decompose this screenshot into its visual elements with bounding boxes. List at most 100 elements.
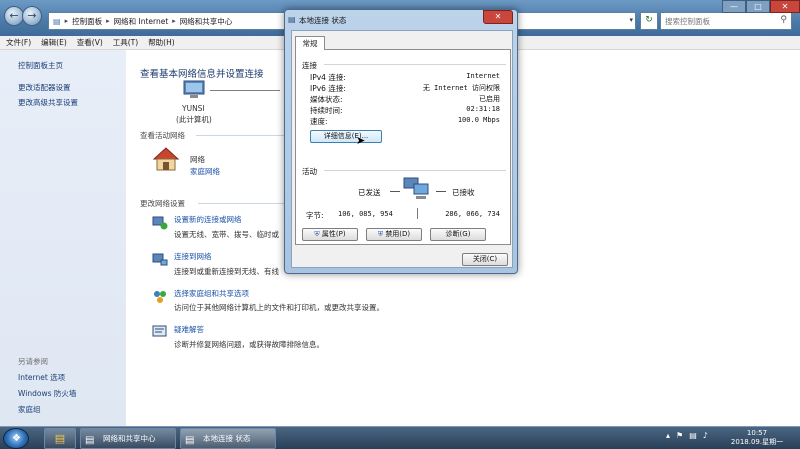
clock[interactable]: 10:57 2018.09.星期一 [720, 429, 794, 447]
dialog-title: 本地连接 状态 [299, 16, 347, 25]
menu-view[interactable]: 查看(V) [77, 37, 103, 48]
refresh-button[interactable]: ↻ [640, 12, 658, 30]
section-divider [324, 64, 506, 65]
connect-network-desc: 连接到或重新连接到无线、有线 [174, 267, 279, 276]
sent-label: 已发送 [358, 188, 381, 197]
folder-icon: ▤ [53, 16, 61, 26]
sidebar-item-advanced-sharing[interactable]: 更改高级共享设置 [18, 97, 78, 108]
menu-help[interactable]: 帮助(H) [148, 37, 175, 48]
sidebar-item-adapter-settings[interactable]: 更改适配器设置 [18, 82, 71, 93]
sent-line [390, 191, 400, 192]
taskbar-item-label: 本地连接 状态 [203, 434, 251, 443]
received-line [436, 191, 446, 192]
see-also-heading: 另请参阅 [18, 357, 48, 366]
breadcrumb-item[interactable]: 网络和共享中心 [180, 16, 233, 27]
minimize-button[interactable]: — [722, 0, 746, 13]
breadcrumb-item[interactable]: 网络和 Internet [114, 16, 169, 27]
ipv4-label: IPv4 连接: [310, 73, 346, 82]
connection-heading: 连接 [302, 61, 317, 70]
section-divider [198, 203, 284, 204]
ipv6-label: IPv6 连接: [310, 84, 346, 93]
page-title: 查看基本网络信息并设置连接 [140, 69, 264, 80]
ipv6-value: 无 Internet 访问权限 [422, 84, 500, 92]
close-button[interactable]: ✕ [770, 0, 800, 13]
system-tray: ▴ ⚑ ▤ ♪ [666, 431, 708, 440]
search-input[interactable]: 搜索控制面板 ⚲ [660, 12, 792, 30]
menu-tools[interactable]: 工具(T) [113, 37, 138, 48]
network-icon: ▤ [85, 435, 95, 446]
menu-file[interactable]: 文件(F) [6, 37, 31, 48]
sidebar-item-internet-options[interactable]: Internet 选项 [18, 372, 65, 383]
forward-button[interactable]: → [22, 6, 42, 26]
search-placeholder: 搜索控制面板 [665, 17, 710, 26]
network-adapter-icon: ▤ [185, 435, 195, 446]
properties-button[interactable]: ⛨ 属性(P) [302, 228, 358, 241]
disable-button[interactable]: ⛨ 禁用(D) [366, 228, 422, 241]
clock-time: 10:57 [746, 429, 768, 437]
dialog-close-action-button[interactable]: 关闭(C) [462, 253, 508, 266]
homegroup-options-desc: 访问位于其他网络计算机上的文件和打印机，或更改共享设置。 [174, 303, 384, 312]
dialog-close-button[interactable]: ✕ [483, 10, 513, 24]
activity-heading: 活动 [302, 167, 317, 176]
chevron-up-icon[interactable]: ▴ [666, 431, 670, 440]
start-button[interactable]: ❖ [3, 428, 29, 449]
new-connection-icon [152, 216, 168, 230]
network-activity-icon [403, 177, 429, 199]
sidebar-item-control-panel-home[interactable]: 控制面板主页 [18, 60, 63, 71]
taskbar-connection-status-button[interactable]: ▤ 本地连接 状态 [180, 428, 276, 449]
received-label: 已接收 [452, 188, 475, 197]
search-icon[interactable]: ⚲ [780, 15, 787, 25]
duration-value: 02:31:18 [466, 105, 500, 113]
breadcrumb-chevron-icon: ▸ [172, 17, 176, 25]
connect-network-link[interactable]: 连接到网络 [174, 251, 212, 262]
sidebar-item-homegroup[interactable]: 家庭组 [18, 404, 41, 415]
taskbar-explorer-button[interactable]: ▤ [44, 428, 76, 449]
back-button[interactable]: ← [4, 6, 24, 26]
mouse-cursor-icon: ➤ [356, 134, 366, 147]
chevron-down-icon[interactable]: ▾ [629, 16, 633, 24]
troubleshoot-link[interactable]: 疑难解答 [174, 324, 204, 335]
folder-icon: ▤ [54, 432, 66, 445]
diagnose-button[interactable]: 诊断(G) [430, 228, 486, 241]
volume-icon[interactable]: ♪ [703, 431, 708, 440]
speed-value: 100.0 Mbps [457, 116, 500, 124]
connect-network-icon [152, 253, 168, 266]
taskbar: ❖ ▤ ▤ 网络和共享中心 ▤ 本地连接 状态 ▴ ⚑ ▤ ♪ 10:57 20… [0, 426, 800, 449]
change-settings-heading: 更改网络设置 [140, 199, 185, 208]
disable-button-label: 禁用(D) [385, 230, 411, 238]
breadcrumb-chevron-icon: ▸ [106, 17, 110, 25]
setup-connection-link[interactable]: 设置新的连接或网络 [174, 214, 242, 225]
details-button[interactable]: 详细信息(E)... [310, 130, 382, 143]
breadcrumb-chevron-icon: ▸ [64, 17, 69, 25]
tab-general[interactable]: 常规 [295, 36, 325, 50]
bytes-label: 字节: [306, 211, 324, 220]
media-state-label: 媒体状态: [310, 95, 343, 104]
connection-status-dialog: ▤ 本地连接 状态 ✕ 常规 连接 IPv4 连接: Internet IPv6… [284, 9, 518, 274]
breadcrumb-item[interactable]: 控制面板 [72, 16, 102, 27]
properties-button-label: 属性(P) [321, 230, 346, 238]
ipv4-value: Internet [466, 72, 500, 80]
homegroup-options-link[interactable]: 选择家庭组和共享选项 [174, 288, 249, 299]
setup-connection-desc: 设置无线、宽带、拨号、临时或 [174, 230, 279, 239]
media-state-value: 已启用 [479, 95, 500, 103]
taskbar-network-center-button[interactable]: ▤ 网络和共享中心 [80, 428, 176, 449]
section-divider [324, 170, 506, 171]
troubleshoot-desc: 诊断并修复网络问题，或获得故障排除信息。 [174, 340, 324, 349]
network-type-link[interactable]: 家庭网络 [190, 166, 220, 177]
computer-icon [183, 80, 205, 98]
network-name: 网络 [190, 155, 205, 164]
active-networks-heading: 查看活动网络 [140, 131, 185, 140]
network-tray-icon[interactable]: ▤ [689, 431, 697, 440]
sidebar-item-windows-firewall[interactable]: Windows 防火墙 [18, 388, 76, 399]
maximize-button[interactable]: □ [746, 0, 770, 13]
speed-label: 速度: [310, 117, 328, 126]
bytes-divider [417, 208, 418, 219]
windows-logo-icon: ❖ [12, 433, 21, 444]
shield-icon: ⛨ [314, 230, 320, 238]
homegroup-icon [154, 291, 166, 303]
home-network-icon [152, 147, 180, 171]
menu-edit[interactable]: 编辑(E) [41, 37, 67, 48]
flag-icon[interactable]: ⚑ [676, 431, 683, 440]
network-map-line [210, 90, 280, 91]
computer-subtitle: (此计算机) [176, 115, 212, 124]
